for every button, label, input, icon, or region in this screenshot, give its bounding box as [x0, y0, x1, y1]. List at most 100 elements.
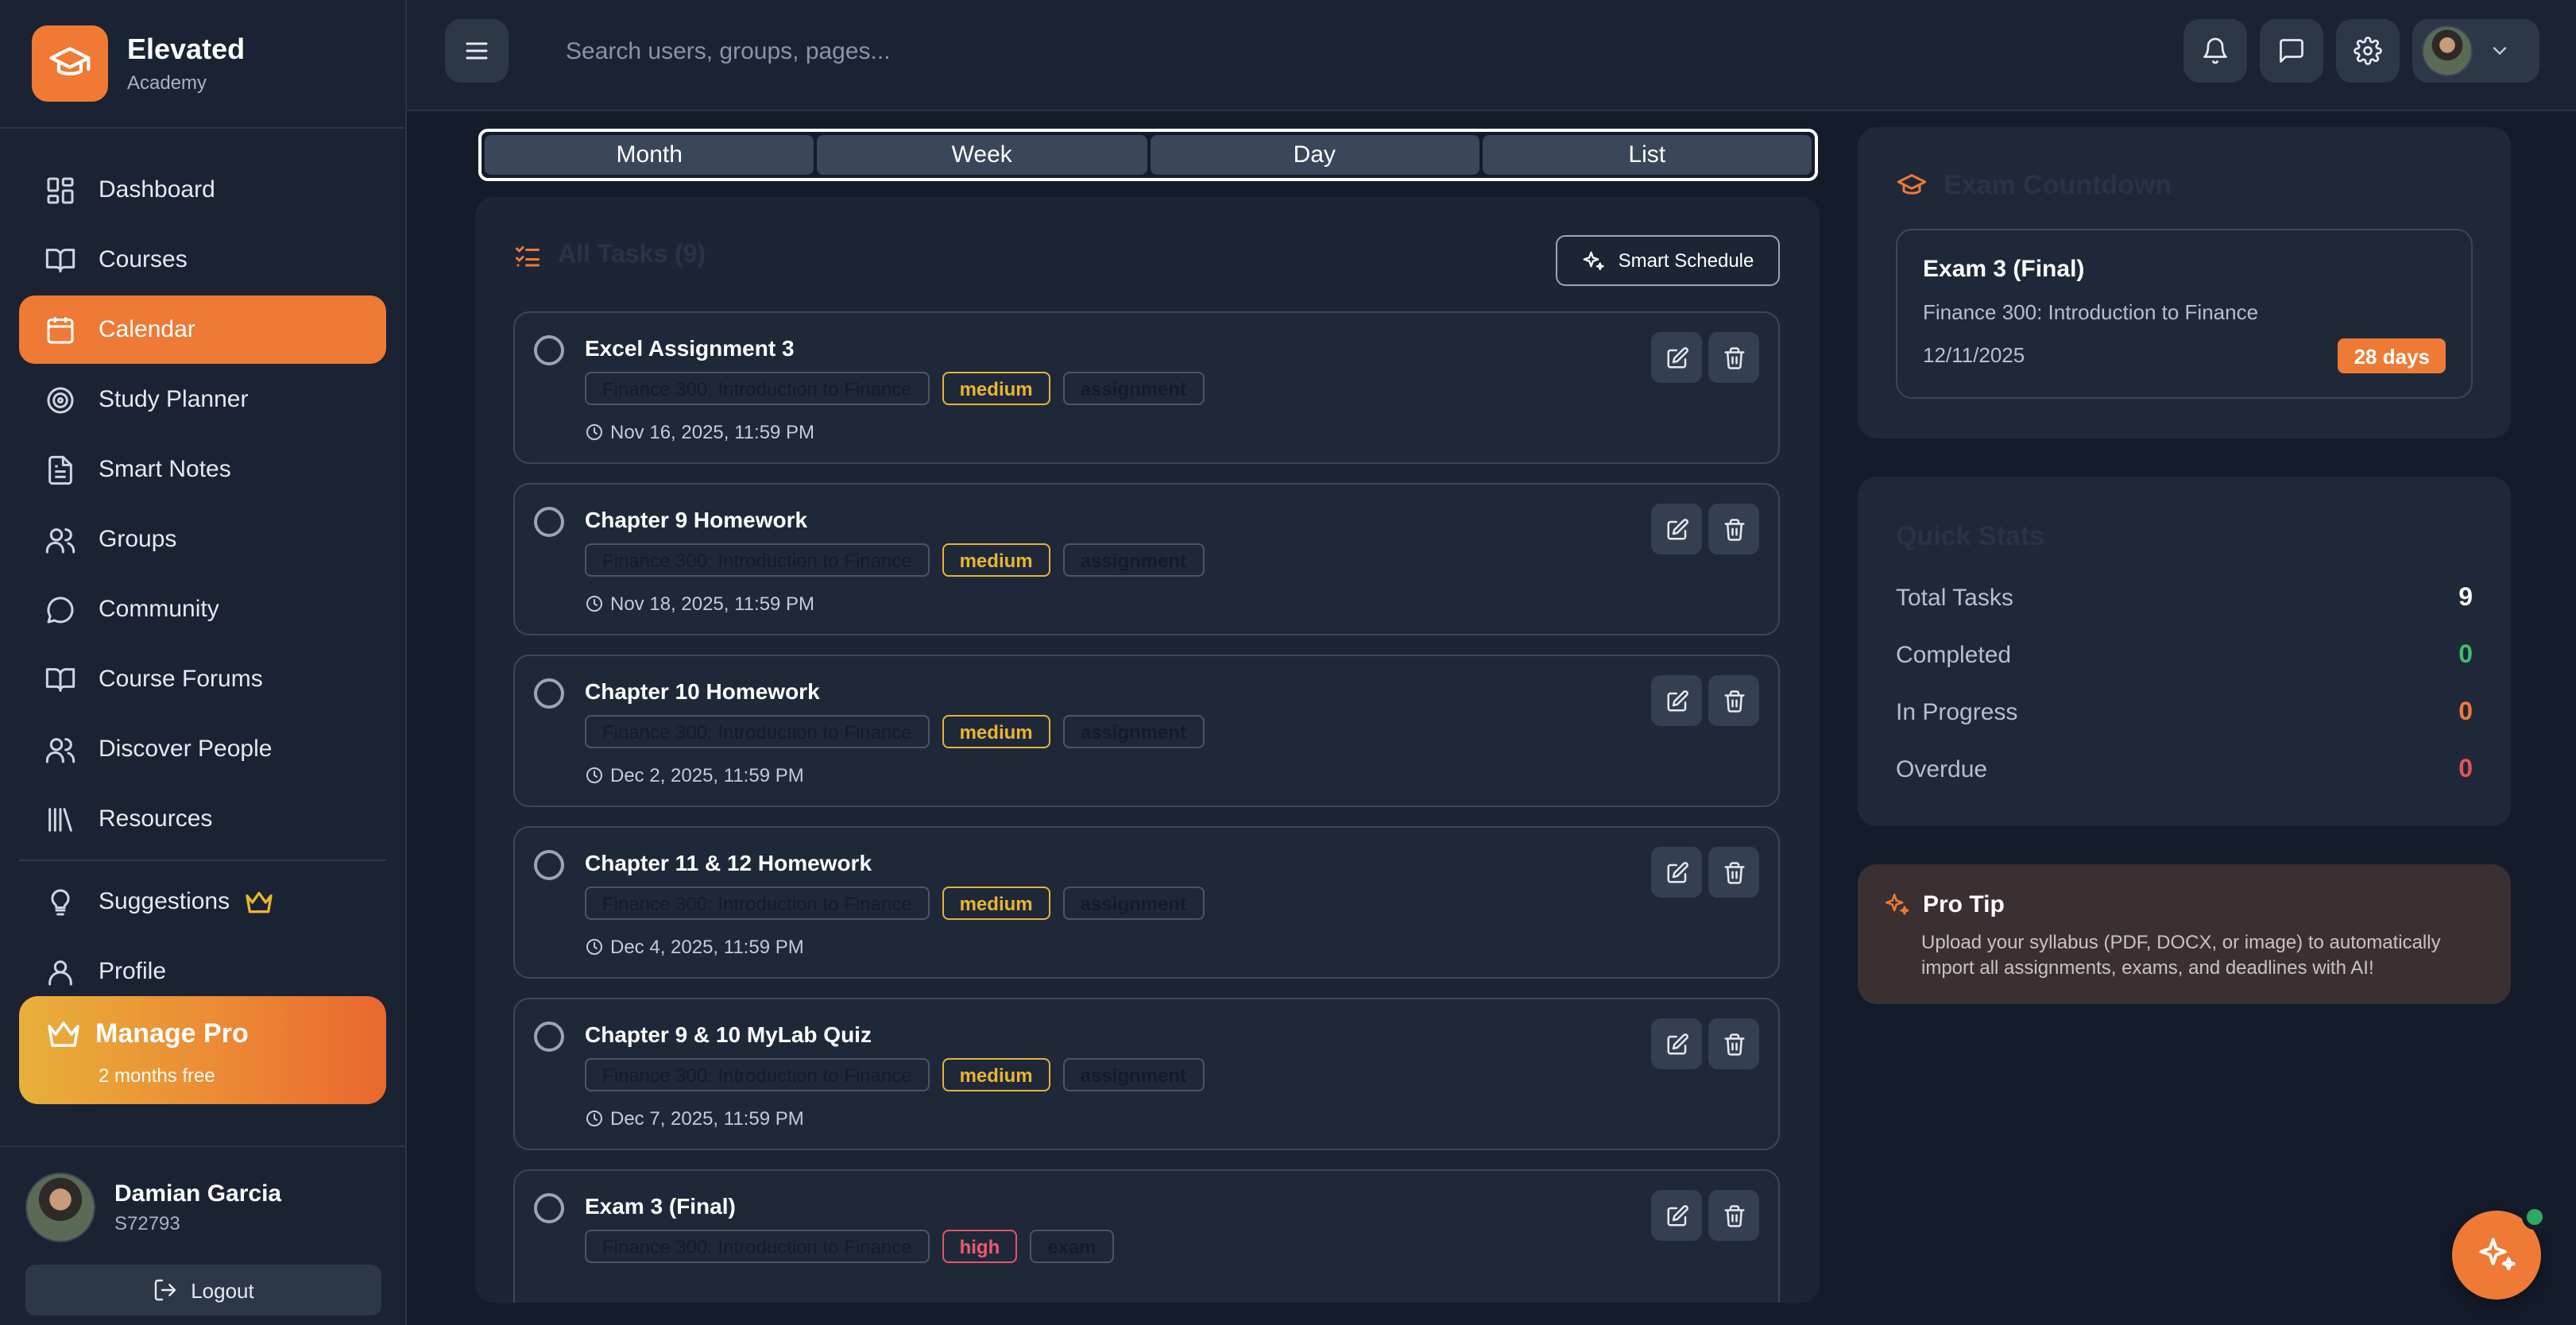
- messages-button[interactable]: [2260, 19, 2323, 83]
- exam-course: Finance 300: Introduction to Finance: [1923, 300, 2259, 324]
- task-actions: [1651, 332, 1759, 383]
- task-actions: [1651, 1190, 1759, 1241]
- due-date: Dec 4, 2025, 11:59 PM: [610, 936, 804, 958]
- priority-tag: high: [942, 1230, 1018, 1263]
- app-root: Elevated Academy Dashboard Courses Calen…: [0, 0, 2576, 1325]
- edit-task-button[interactable]: [1651, 675, 1702, 726]
- view-tabs: Month Week Day List: [478, 129, 1818, 181]
- sidebar: Elevated Academy Dashboard Courses Calen…: [0, 0, 407, 1325]
- edit-task-button[interactable]: [1651, 1190, 1702, 1241]
- sidebar-item-groups[interactable]: Groups: [19, 505, 386, 574]
- sidebar-item-resources[interactable]: Resources: [19, 785, 386, 853]
- tab-list[interactable]: List: [1482, 135, 1812, 175]
- type-tag: assignment: [1062, 372, 1204, 405]
- task-checkbox[interactable]: [534, 1193, 564, 1223]
- type-tag: assignment: [1062, 1058, 1204, 1091]
- task-row[interactable]: Chapter 9 Homework Finance 300: Introduct…: [513, 483, 1780, 635]
- task-checkbox[interactable]: [534, 507, 564, 537]
- task-row[interactable]: Excel Assignment 3 Finance 300: Introduct…: [513, 311, 1780, 464]
- priority-tag: medium: [942, 1058, 1050, 1091]
- stat-label: In Progress: [1896, 699, 2018, 726]
- task-tags: Finance 300: Introduction to Finance medi…: [585, 372, 1204, 405]
- sidebar-item-dashboard[interactable]: Dashboard: [19, 156, 386, 224]
- brand-subtitle: Academy: [127, 71, 207, 94]
- priority-tag: medium: [942, 715, 1050, 748]
- stat-label: Completed: [1896, 642, 2012, 669]
- task-title: Chapter 10 Homework: [585, 678, 820, 704]
- logout-label: Logout: [191, 1278, 254, 1302]
- course-tag: Finance 300: Introduction to Finance: [585, 887, 930, 920]
- notifications-button[interactable]: [2183, 19, 2247, 83]
- graduation-cap-icon: [32, 25, 108, 102]
- edit-task-button[interactable]: [1651, 847, 1702, 898]
- task-due: Nov 18, 2025, 11:59 PM: [585, 593, 814, 615]
- tab-month[interactable]: Month: [485, 135, 814, 175]
- edit-task-button[interactable]: [1651, 332, 1702, 383]
- task-checkbox[interactable]: [534, 850, 564, 880]
- task-tags: Finance 300: Introduction to Finance medi…: [585, 715, 1204, 748]
- edit-task-button[interactable]: [1651, 504, 1702, 554]
- sidebar-item-courses[interactable]: Courses: [19, 226, 386, 294]
- task-list: Excel Assignment 3 Finance 300: Introduct…: [513, 311, 1780, 1303]
- sidebar-item-community[interactable]: Community: [19, 575, 386, 643]
- task-checkbox[interactable]: [534, 335, 564, 365]
- task-row[interactable]: Chapter 9 & 10 MyLab Quiz Finance 300: In…: [513, 998, 1780, 1150]
- user-id: S72793: [114, 1212, 180, 1234]
- sidebar-item-label: Study Planner: [99, 386, 249, 413]
- delete-task-button[interactable]: [1708, 847, 1759, 898]
- user-menu-button[interactable]: [2412, 19, 2539, 83]
- task-tags: Finance 300: Introduction to Finance medi…: [585, 887, 1204, 920]
- delete-task-button[interactable]: [1708, 332, 1759, 383]
- user-icon: [48, 960, 72, 985]
- sidebar-item-smart-notes[interactable]: Smart Notes: [19, 435, 386, 504]
- brand[interactable]: Elevated Academy: [0, 0, 405, 129]
- task-row[interactable]: Chapter 11 & 12 Homework Finance 300: Int…: [513, 826, 1780, 979]
- bell-icon: [2203, 37, 2227, 64]
- manage-pro-button[interactable]: Manage Pro 2 months free: [19, 996, 386, 1104]
- sidebar-item-discover-people[interactable]: Discover People: [19, 715, 386, 783]
- edit-icon: [1666, 518, 1688, 539]
- task-checkbox[interactable]: [534, 1022, 564, 1052]
- task-due: Dec 7, 2025, 11:59 PM: [585, 1107, 804, 1130]
- tasks-title: All Tasks (9): [558, 241, 706, 268]
- task-row[interactable]: Chapter 10 Homework Finance 300: Introduc…: [513, 655, 1780, 807]
- days-left-badge: 28 days: [2338, 338, 2446, 373]
- task-actions: [1651, 504, 1759, 554]
- settings-button[interactable]: [2336, 19, 2400, 83]
- avatar[interactable]: [25, 1172, 95, 1242]
- delete-task-button[interactable]: [1708, 1190, 1759, 1241]
- logout-button[interactable]: Logout: [25, 1265, 381, 1315]
- tab-week[interactable]: Week: [817, 135, 1147, 175]
- clock-icon: [586, 596, 602, 612]
- sidebar-item-study-planner[interactable]: Study Planner: [19, 365, 386, 434]
- search-input[interactable]: [566, 30, 1519, 71]
- edit-task-button[interactable]: [1651, 1018, 1702, 1069]
- sidebar-item-suggestions[interactable]: Suggestions: [19, 867, 386, 936]
- online-status-dot: [2522, 1204, 2547, 1230]
- task-due: Dec 4, 2025, 11:59 PM: [585, 936, 804, 958]
- book-open-icon: [45, 248, 75, 272]
- stat-value: 0: [2458, 699, 2473, 726]
- stat-label: Total Tasks: [1896, 585, 2013, 612]
- exam-item[interactable]: Exam 3 (Final) Finance 300: Introduction…: [1896, 229, 2473, 399]
- task-checkbox[interactable]: [534, 678, 564, 709]
- pro-tip-title: Pro Tip: [1923, 891, 2005, 918]
- delete-task-button[interactable]: [1708, 504, 1759, 554]
- task-tags: Finance 300: Introduction to Finance high…: [585, 1230, 1114, 1263]
- sidebar-item-course-forums[interactable]: Course Forums: [19, 645, 386, 713]
- sidebar-item-calendar[interactable]: Calendar: [19, 296, 386, 364]
- sidebar-item-label: Community: [99, 596, 219, 623]
- task-due: Nov 16, 2025, 11:59 PM: [585, 421, 814, 443]
- pro-title: Manage Pro: [95, 1018, 249, 1049]
- file-text-icon: [48, 454, 72, 485]
- hamburger-icon: [466, 42, 488, 60]
- menu-button[interactable]: [445, 19, 509, 83]
- tab-day[interactable]: Day: [1150, 135, 1479, 175]
- course-tag: Finance 300: Introduction to Finance: [585, 715, 930, 748]
- task-row[interactable]: Exam 3 (Final) Finance 300: Introduction …: [513, 1169, 1780, 1303]
- delete-task-button[interactable]: [1708, 1018, 1759, 1069]
- delete-task-button[interactable]: [1708, 675, 1759, 726]
- smart-schedule-button[interactable]: Smart Schedule: [1556, 235, 1780, 286]
- chevron-down-icon: [2493, 47, 2507, 56]
- sidebar-item-label: Calendar: [99, 316, 195, 343]
